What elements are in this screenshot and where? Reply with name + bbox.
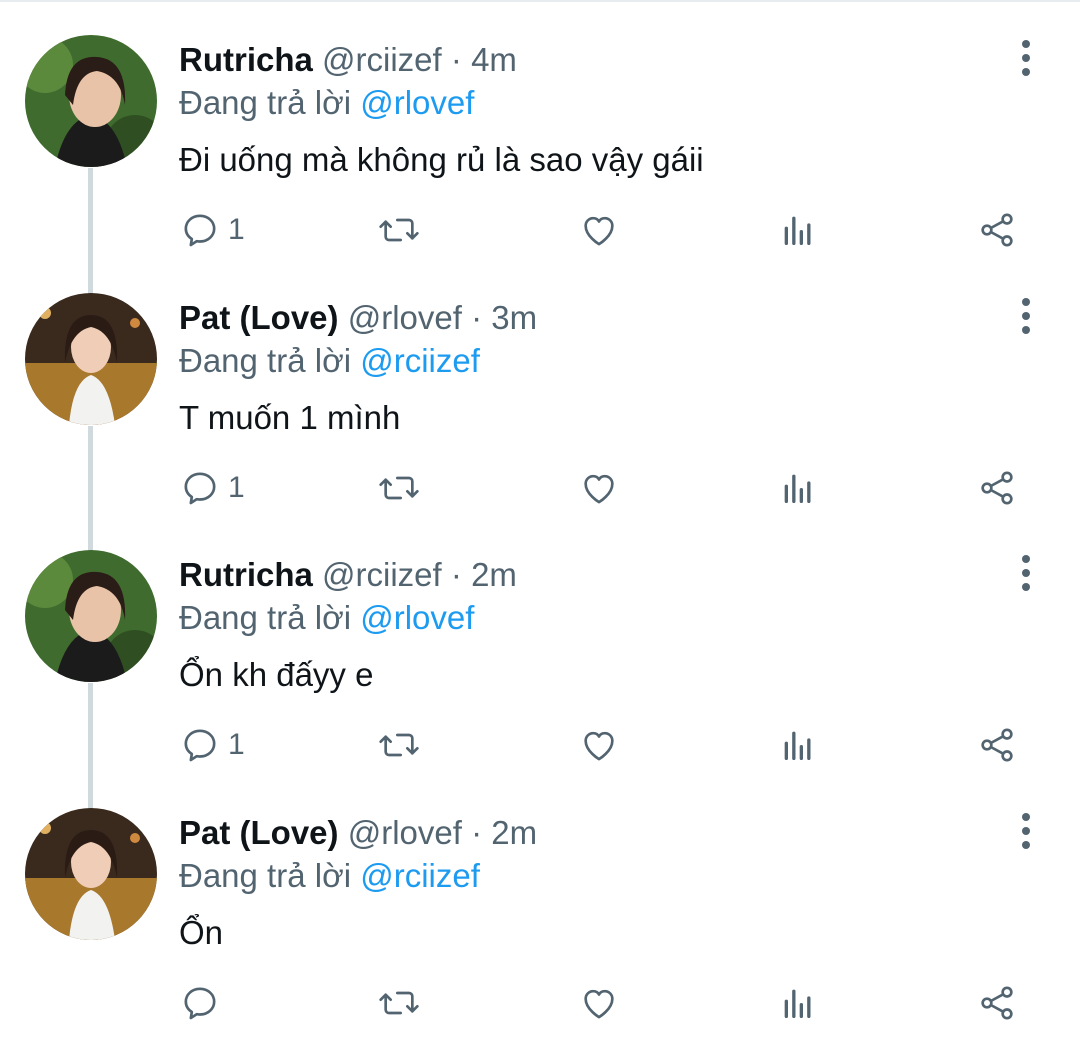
tweet-header: Pat (Love) @rlovef · 2m [179,813,537,853]
reply-mention[interactable]: @rlovef [360,599,474,636]
tweet-header: Pat (Love) @rlovef · 3m [179,298,537,338]
views-icon [784,731,811,760]
timestamp[interactable]: 4m [471,41,517,78]
replying-to: Đang trả lời @rciizef [179,341,480,381]
share-button[interactable] [976,720,1018,770]
tweet-actions: 1 [0,720,1080,770]
user-handle[interactable]: @rciizef [322,41,442,78]
retweet-button[interactable] [377,463,421,513]
tweet-actions [0,978,1080,1028]
tweet-actions: 1 [0,463,1080,513]
avatar[interactable] [25,808,157,940]
reply-icon [184,472,216,505]
like-button[interactable] [578,978,620,1028]
reply-button[interactable]: 1 [180,720,245,770]
tweet[interactable]: Pat (Love) @rlovef · 3m Đang trả lời @rc… [0,258,1080,556]
user-handle[interactable]: @rciizef [322,556,442,593]
timestamp[interactable]: 2m [471,556,517,593]
display-name[interactable]: Pat (Love) [179,299,339,336]
share-icon [981,213,1013,247]
more-vertical-icon[interactable] [1008,296,1044,336]
timestamp[interactable]: 2m [491,814,537,851]
tweet-text: Đi uống mà không rủ là sao vậy gáii [179,141,704,178]
replying-to: Đang trả lời @rlovef [179,598,474,638]
display-name[interactable]: Rutricha [179,556,313,593]
views-button[interactable] [778,720,818,770]
share-button[interactable] [976,978,1018,1028]
replying-prefix: Đang trả lời [179,84,361,121]
tweet-header: Rutricha @rciizef · 4m [179,40,517,80]
reply-button[interactable]: 1 [180,463,245,513]
tweet-text: Ổn kh đấyy e [179,656,374,693]
replying-to: Đang trả lời @rciizef [179,856,480,896]
like-button[interactable] [578,720,620,770]
reply-button[interactable] [180,978,228,1028]
replying-prefix: Đang trả lời [179,342,361,379]
reply-icon [184,214,216,247]
heart-icon [584,474,614,504]
user-handle[interactable]: @rlovef [348,814,462,851]
retweet-icon [379,476,419,500]
heart-icon [584,989,614,1019]
tweet-text: T muốn 1 mình [179,399,401,436]
views-button[interactable] [778,463,818,513]
timestamp[interactable]: 3m [491,299,537,336]
separator-dot: · [471,299,483,336]
avatar[interactable] [25,293,157,425]
reply-mention[interactable]: @rciizef [360,857,480,894]
retweet-button[interactable] [377,205,421,255]
tweet-text: Ổn [179,914,224,951]
replying-to: Đang trả lời @rlovef [179,83,474,123]
retweet-icon [379,991,419,1015]
views-icon [784,474,811,503]
share-icon [981,728,1013,762]
retweet-button[interactable] [377,978,421,1028]
tweet-actions: 1 [0,205,1080,255]
display-name[interactable]: Pat (Love) [179,814,339,851]
tweet[interactable]: Pat (Love) @rlovef · 2m Đang trả lời @rc… [0,773,1080,1031]
separator-dot: · [450,556,462,593]
retweet-icon [379,733,419,757]
tweet-header: Rutricha @rciizef · 2m [179,555,517,595]
views-button[interactable] [778,978,818,1028]
reply-mention[interactable]: @rlovef [360,84,474,121]
user-handle[interactable]: @rlovef [348,299,462,336]
replying-prefix: Đang trả lời [179,857,361,894]
like-button[interactable] [578,205,620,255]
avatar[interactable] [25,550,157,682]
share-icon [981,471,1013,505]
reply-mention[interactable]: @rciizef [360,342,480,379]
views-button[interactable] [778,205,818,255]
share-button[interactable] [976,463,1018,513]
more-vertical-icon[interactable] [1008,811,1044,851]
tweet[interactable]: Rutricha @rciizef · 4m Đang trả lời @rlo… [0,0,1080,298]
views-icon [784,989,811,1018]
avatar[interactable] [25,35,157,167]
reply-count: 1 [228,728,245,761]
views-icon [784,216,811,245]
share-button[interactable] [976,205,1018,255]
more-vertical-icon[interactable] [1008,38,1044,78]
reply-count: 1 [228,471,245,504]
separator-dot: · [471,814,483,851]
reply-icon [184,729,216,762]
more-vertical-icon[interactable] [1008,553,1044,593]
display-name[interactable]: Rutricha [179,41,313,78]
separator-dot: · [450,41,462,78]
share-icon [981,986,1013,1020]
heart-icon [584,216,614,246]
heart-icon [584,731,614,761]
tweet[interactable]: Rutricha @rciizef · 2m Đang trả lời @rlo… [0,515,1080,813]
reply-icon [184,987,216,1020]
retweet-button[interactable] [377,720,421,770]
retweet-icon [379,218,419,242]
like-button[interactable] [578,463,620,513]
reply-count: 1 [228,213,245,246]
reply-button[interactable]: 1 [180,205,245,255]
replying-prefix: Đang trả lời [179,599,361,636]
